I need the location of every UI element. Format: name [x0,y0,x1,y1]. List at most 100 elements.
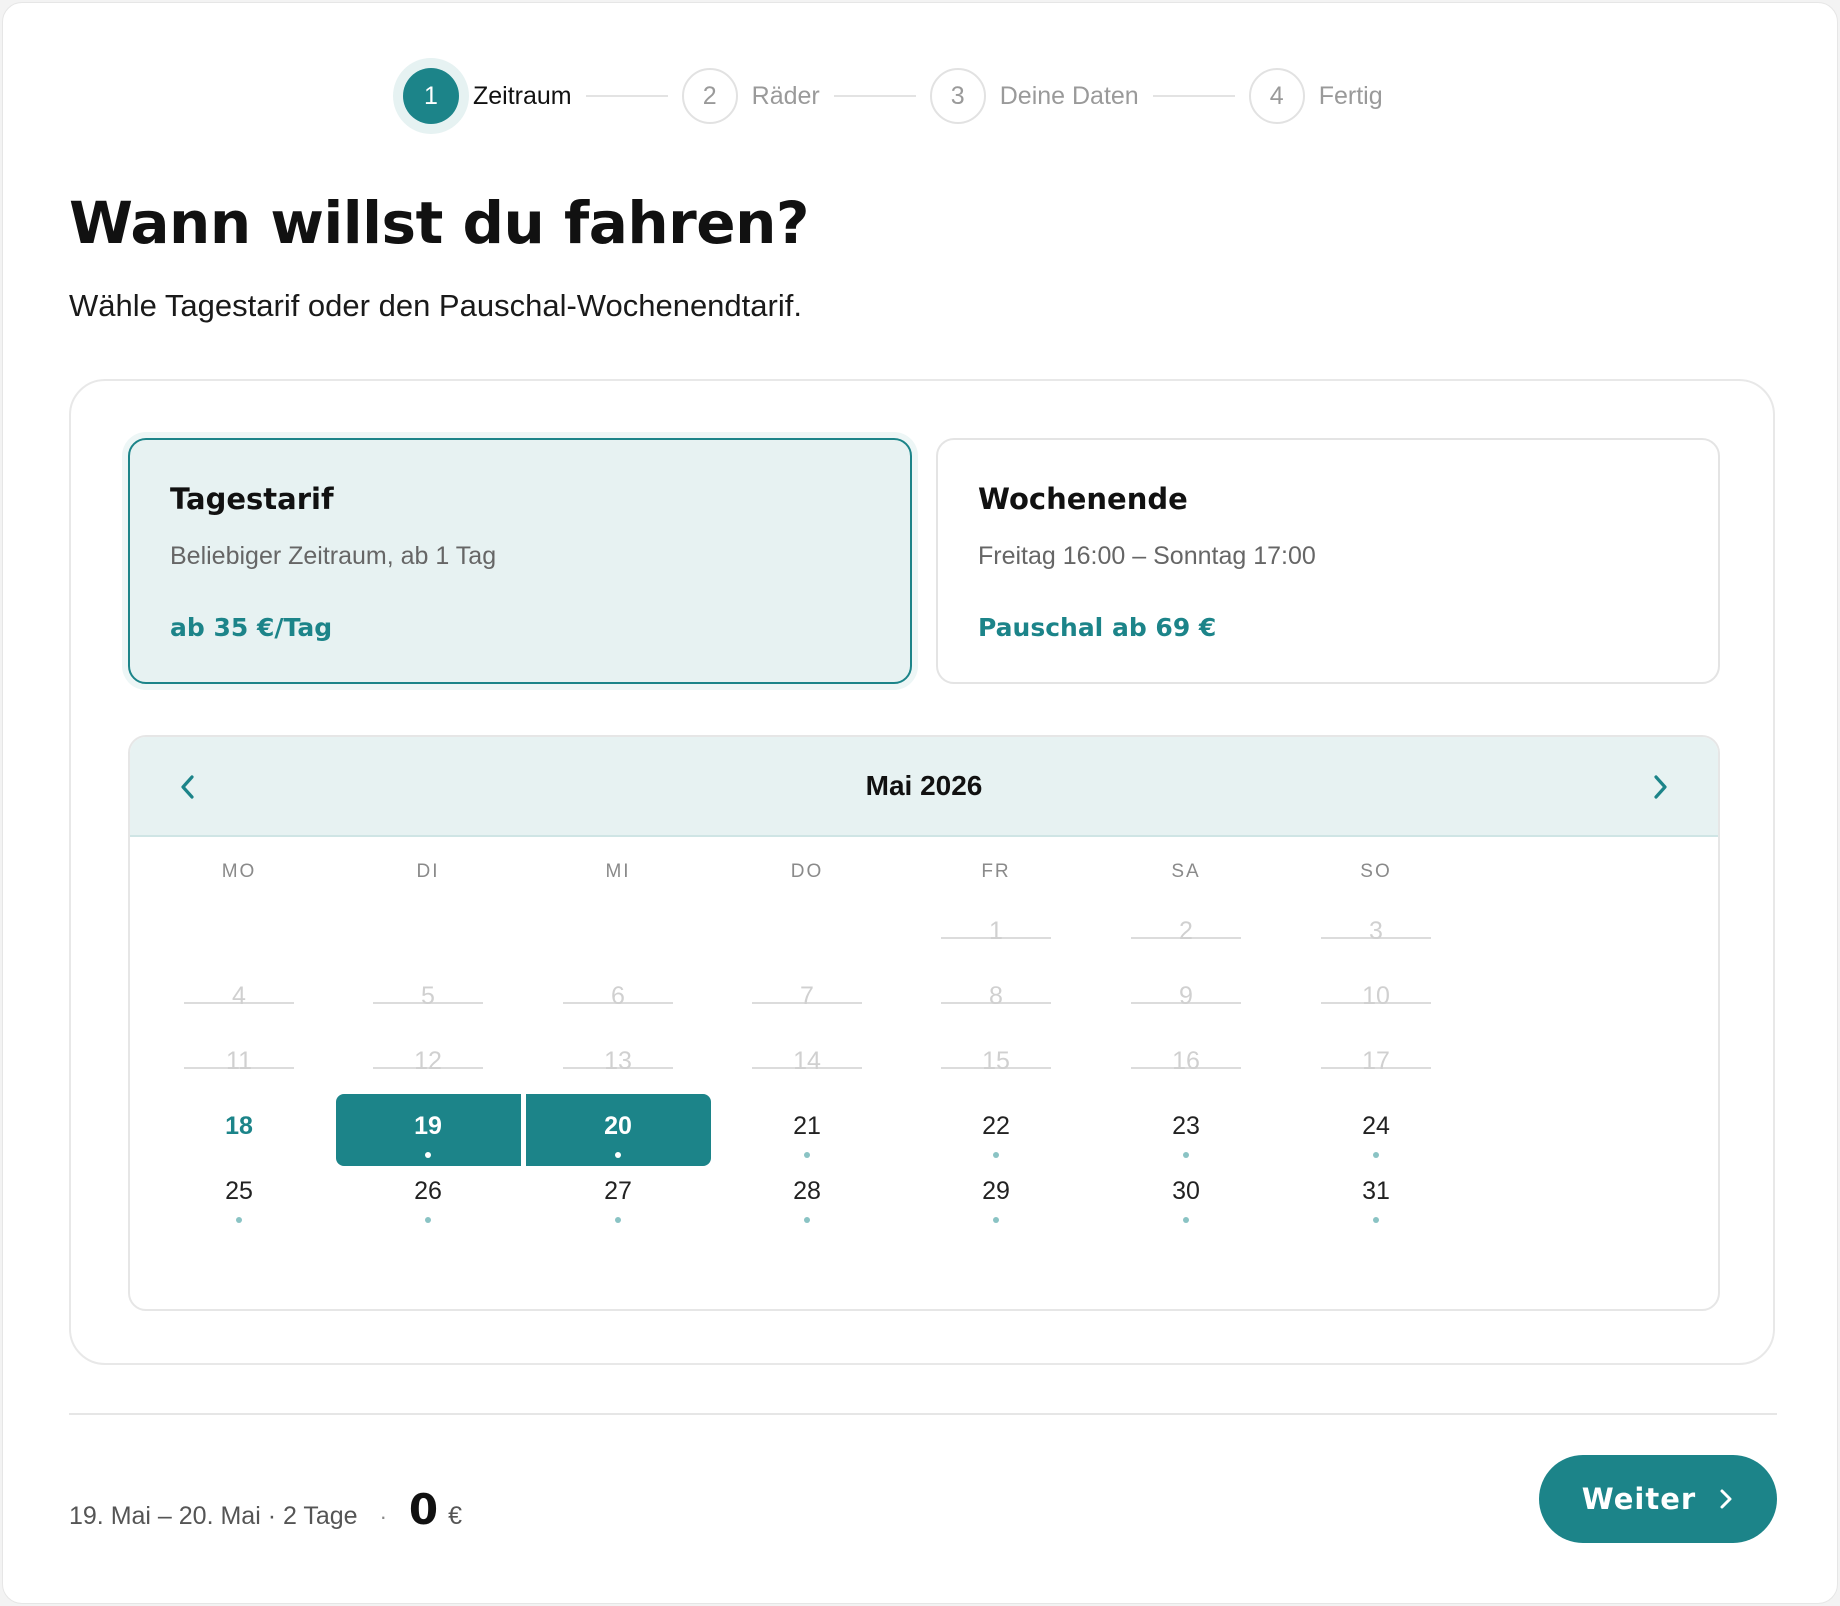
booking-summary: 19. Mai – 20. Mai · 2 Tage · 0 € [69,1485,462,1534]
day-number: 22 [982,1112,1010,1140]
day-number: 11 [226,1047,252,1075]
calendar-day-31[interactable]: 31 [1321,1159,1431,1231]
calendar-day-3: 3 [1321,899,1431,971]
calendar-day-25[interactable]: 25 [184,1159,294,1231]
availability-dot [804,1217,810,1223]
day-number: 9 [1179,982,1193,1010]
tariff-option-wochenende[interactable]: Wochenende Freitag 16:00 – Sonntag 17:00… [936,438,1720,684]
calendar-day-27[interactable]: 27 [563,1159,673,1231]
calendar-day-30[interactable]: 30 [1131,1159,1241,1231]
availability-dot [236,1217,242,1223]
step-label: Fertig [1318,81,1383,110]
weekday-label: MO [221,861,257,882]
currency-label: € [448,1502,463,1530]
stepper: 1 Zeitraum 2 Räder 3 Deine Daten 4 Ferti… [403,61,1383,131]
weekday-label: MI [605,861,631,882]
day-number: 16 [1172,1047,1200,1075]
step-connector [833,95,916,97]
tariff-price: ab 35 €/Tag [170,613,333,642]
availability-dot [425,1217,431,1223]
prev-month-button[interactable] [168,767,208,807]
tariff-price: Pauschal ab 69 € [978,613,1217,642]
step-label: Räder [751,81,820,110]
day-number: 27 [604,1177,632,1205]
step-zeitraum[interactable]: 1 Zeitraum [403,68,572,124]
step-connector [1152,95,1235,97]
day-number: 12 [414,1047,442,1075]
day-number: 31 [1362,1177,1390,1205]
day-number: 4 [232,982,246,1010]
date-range-summary: 19. Mai – 20. Mai · 2 Tage [69,1502,358,1530]
calendar-day-11: 11 [184,1029,294,1101]
weekday-label: FR [981,861,1011,882]
step-label: Zeitraum [473,81,572,110]
chevron-right-icon [1720,1489,1732,1509]
page-title: Wann willst du fahren? [69,189,810,257]
weekday-label: SO [1360,861,1392,882]
booking-page: 1 Zeitraum 2 Räder 3 Deine Daten 4 Ferti… [2,2,1838,1604]
weekday-label: DI [416,861,440,882]
calendar-day-23[interactable]: 23 [1131,1094,1241,1166]
day-number: 5 [421,982,435,1010]
calendar-month-label: Mai 2026 [865,770,983,801]
day-number: 25 [225,1177,253,1205]
day-number: 15 [982,1047,1010,1075]
step-number: 3 [929,68,986,124]
calendar-day-1: 1 [941,899,1051,971]
day-number: 28 [793,1177,821,1205]
calendar-day-9: 9 [1131,964,1241,1036]
calendar-day-8: 8 [941,964,1051,1036]
step-number: 2 [681,68,738,124]
calendar-day-14: 14 [752,1029,862,1101]
page-subtitle: Wähle Tagestarif oder den Pauschal-Woche… [69,288,802,323]
calendar-day-22[interactable]: 22 [941,1094,1051,1166]
summary-separator: · [379,1504,387,1529]
day-number: 3 [1369,917,1383,945]
availability-dot [425,1152,431,1158]
tariff-description: Freitag 16:00 – Sonntag 17:00 [978,542,1316,570]
calendar-day-28[interactable]: 28 [752,1159,862,1231]
calendar-day-2: 2 [1131,899,1241,971]
day-number: 17 [1362,1047,1390,1075]
day-number: 30 [1172,1177,1200,1205]
day-number: 29 [982,1177,1010,1205]
tariff-title: Wochenende [978,482,1188,516]
tariff-option-tagestarif[interactable]: Tagestarif Beliebiger Zeitraum, ab 1 Tag… [128,438,912,684]
calendar-day-26[interactable]: 26 [373,1159,483,1231]
availability-dot [1373,1152,1379,1158]
day-number: 14 [793,1047,821,1075]
availability-dot [615,1152,621,1158]
day-number: 1 [989,917,1003,945]
day-number: 8 [989,982,1003,1010]
calendar-day-15: 15 [941,1029,1051,1101]
step-label: Deine Daten [999,81,1139,110]
step-number: 4 [1248,68,1305,124]
weekday-row: MO DI MI DO FR SA SO [130,861,1718,891]
calendar-day-13: 13 [563,1029,673,1101]
step-raeder[interactable]: 2 Räder [681,68,820,124]
calendar-day-16: 16 [1131,1029,1241,1101]
next-month-button[interactable] [1640,767,1680,807]
day-number: 21 [793,1112,821,1140]
day-number: 2 [1179,917,1193,945]
day-number: 7 [800,982,814,1010]
day-number: 13 [604,1047,632,1075]
chevron-right-icon [1654,775,1667,799]
calendar-day-18[interactable]: 18 [184,1094,294,1166]
availability-dot [993,1152,999,1158]
step-fertig[interactable]: 4 Fertig [1248,68,1383,124]
tariff-description: Beliebiger Zeitraum, ab 1 Tag [170,542,497,570]
calendar-day-29[interactable]: 29 [941,1159,1051,1231]
step-deine-daten[interactable]: 3 Deine Daten [929,68,1139,124]
availability-dot [993,1217,999,1223]
availability-dot [615,1217,621,1223]
footer-divider [69,1413,1777,1415]
calendar-header: Mai 2026 [130,737,1718,837]
calendar-day-24[interactable]: 24 [1321,1094,1431,1166]
day-number: 20 [604,1112,632,1140]
day-number: 18 [225,1112,253,1140]
calendar-day-12: 12 [373,1029,483,1101]
date-calendar: Mai 2026 MO DI MI DO FR SA SO 1 2 3 4 5 6 7 8 9 10 11 12 1… [128,735,1720,1311]
next-button[interactable]: Weiter [1539,1455,1777,1543]
calendar-day-21[interactable]: 21 [752,1094,862,1166]
